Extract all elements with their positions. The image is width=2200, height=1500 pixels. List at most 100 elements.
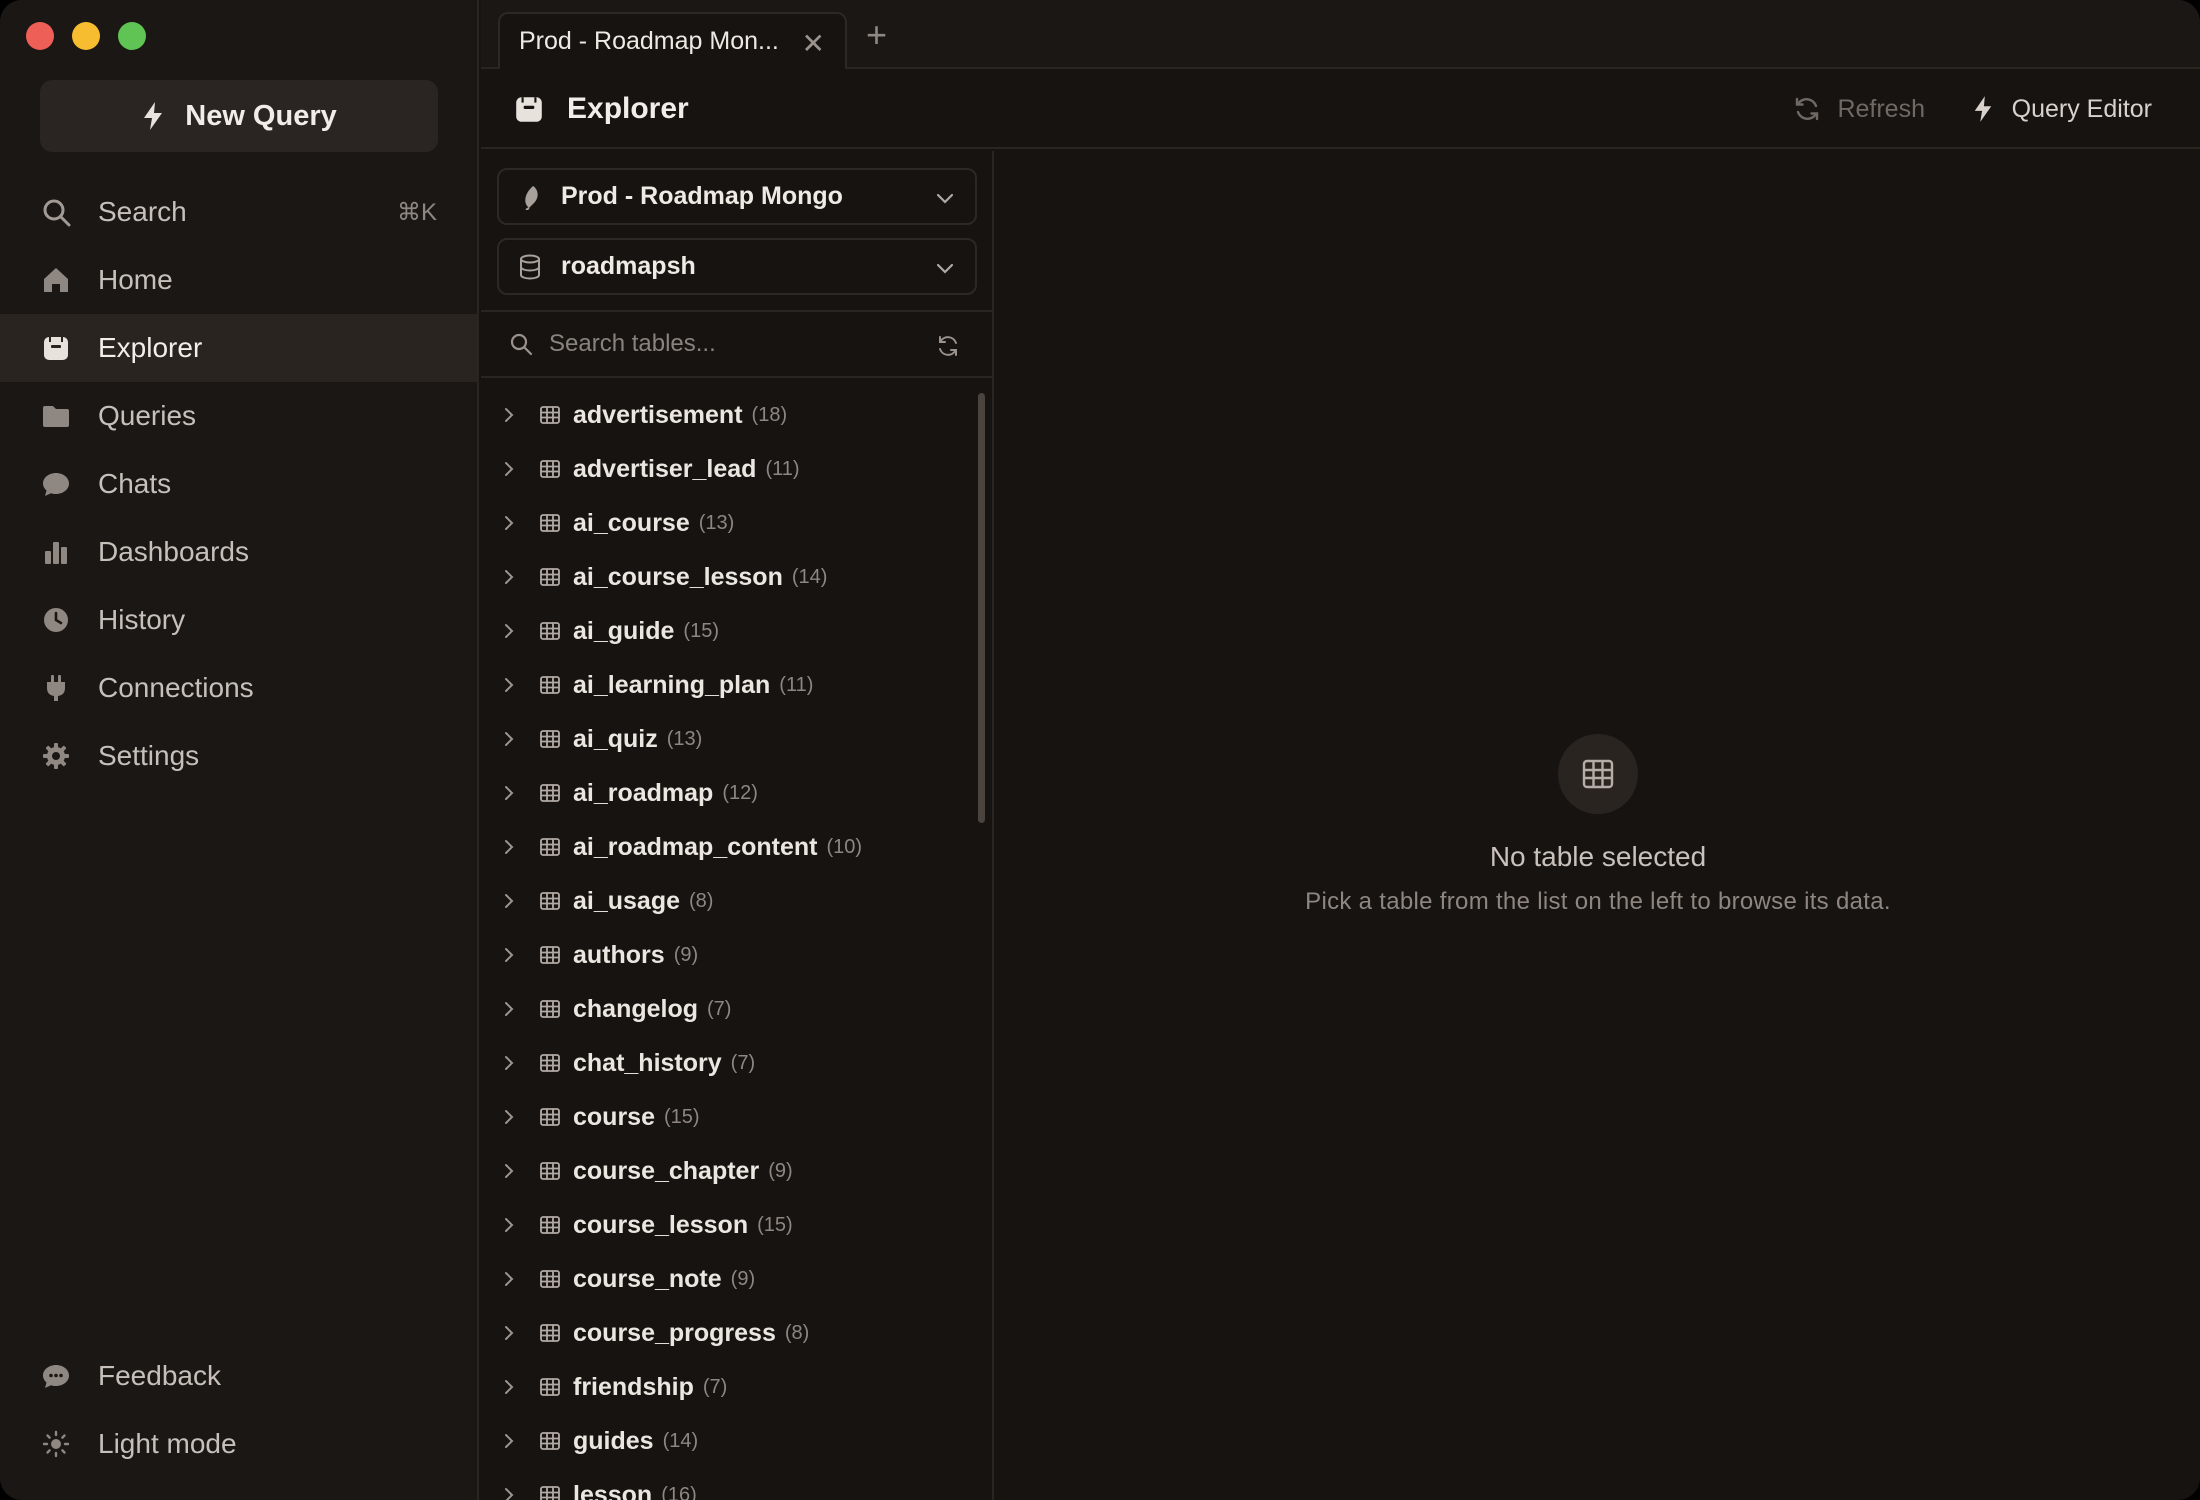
- table-row[interactable]: ai_roadmap_content (10): [481, 820, 971, 874]
- chevron-right-icon[interactable]: [501, 461, 517, 477]
- table-row[interactable]: friendship (7): [481, 1360, 971, 1414]
- table-icon: [540, 1054, 560, 1072]
- sidebar-item-search[interactable]: Search ⌘K: [0, 178, 477, 246]
- table-row[interactable]: course (15): [481, 1090, 971, 1144]
- sidebar-item-connections[interactable]: Connections: [0, 654, 477, 722]
- table-row[interactable]: course_lesson (15): [481, 1198, 971, 1252]
- sidebar-item-queries[interactable]: Queries: [0, 382, 477, 450]
- table-row[interactable]: advertiser_lead (11): [481, 442, 971, 496]
- sidebar-item-history[interactable]: History: [0, 586, 477, 654]
- table-icon: [540, 622, 560, 640]
- database-select[interactable]: roadmapsh: [497, 238, 977, 295]
- sidebar-item-dashboards[interactable]: Dashboards: [0, 518, 477, 586]
- query-editor-button[interactable]: Query Editor: [1972, 69, 2152, 149]
- table-field-count: (15): [683, 619, 719, 642]
- zoom-window-button[interactable]: [118, 22, 146, 50]
- table-row[interactable]: changelog (7): [481, 982, 971, 1036]
- chevron-right-icon[interactable]: [501, 515, 517, 531]
- plug-icon: [40, 672, 72, 704]
- table-name: ai_learning_plan: [573, 670, 771, 699]
- table-row[interactable]: chat_history (7): [481, 1036, 971, 1090]
- sidebar-item-label: Queries: [98, 400, 197, 431]
- light-mode-toggle[interactable]: Light mode: [0, 1410, 477, 1478]
- sidebar-item-label: Explorer: [98, 332, 203, 363]
- table-icon: [540, 1378, 560, 1396]
- table-row[interactable]: guides (14): [481, 1414, 971, 1468]
- close-tab-icon[interactable]: ✕: [802, 27, 825, 60]
- chevron-right-icon[interactable]: [501, 1379, 517, 1395]
- minimize-window-button[interactable]: [72, 22, 100, 50]
- table-row[interactable]: ai_course_lesson (14): [481, 550, 971, 604]
- table-row[interactable]: course_progress (8): [481, 1306, 971, 1360]
- sidebar-item-feedback[interactable]: Feedback: [0, 1342, 477, 1410]
- chevron-right-icon[interactable]: [501, 785, 517, 801]
- tab-prod-roadmap[interactable]: Prod - Roadmap Mon... ✕: [498, 12, 847, 69]
- sidebar-item-explorer[interactable]: Explorer: [0, 314, 477, 382]
- reload-tables-icon[interactable]: [936, 334, 960, 358]
- table-icon: [540, 1000, 560, 1018]
- table-field-count: (7): [707, 997, 732, 1020]
- chevron-right-icon[interactable]: [501, 1271, 517, 1287]
- table-search-input[interactable]: Search tables...: [481, 310, 992, 378]
- table-row[interactable]: ai_usage (8): [481, 874, 971, 928]
- table-list-scrollbar[interactable]: [978, 393, 985, 823]
- table-row[interactable]: lesson (16): [481, 1468, 971, 1500]
- table-field-count: (12): [722, 781, 758, 804]
- table-row[interactable]: authors (9): [481, 928, 971, 982]
- table-row[interactable]: ai_guide (15): [481, 604, 971, 658]
- sidebar-footer: Feedback Light mode: [0, 1342, 477, 1478]
- chevron-right-icon[interactable]: [501, 1001, 517, 1017]
- table-field-count: (9): [673, 943, 699, 966]
- table-field-count: (8): [689, 889, 714, 912]
- table-name: ai_quiz: [573, 724, 658, 753]
- table-row[interactable]: course_note (9): [481, 1252, 971, 1306]
- chevron-right-icon[interactable]: [501, 1055, 517, 1071]
- table-icon: [540, 1486, 560, 1500]
- chevron-right-icon[interactable]: [501, 623, 517, 639]
- table-name: friendship: [573, 1372, 694, 1401]
- table-icon: [1558, 734, 1638, 814]
- gear-icon: [40, 740, 72, 772]
- table-name: authors: [573, 940, 665, 969]
- sidebar-item-settings[interactable]: Settings: [0, 722, 477, 790]
- table-row[interactable]: ai_learning_plan (11): [481, 658, 971, 712]
- close-window-button[interactable]: [26, 22, 54, 50]
- folder-icon: [40, 400, 72, 432]
- chevron-right-icon[interactable]: [501, 677, 517, 693]
- table-row[interactable]: ai_quiz (13): [481, 712, 971, 766]
- tab-bar: Prod - Roadmap Mon... ✕ +: [481, 0, 2200, 69]
- new-query-button[interactable]: New Query: [40, 80, 438, 152]
- table-field-count: (13): [666, 727, 703, 750]
- table-row[interactable]: ai_course (13): [481, 496, 971, 550]
- table-name: ai_roadmap: [573, 778, 714, 807]
- table-row[interactable]: advertisement (18): [481, 388, 971, 442]
- table-name: lesson: [573, 1480, 653, 1500]
- chevron-right-icon[interactable]: [501, 1325, 517, 1341]
- chevron-right-icon[interactable]: [501, 407, 517, 423]
- chevron-right-icon[interactable]: [501, 1487, 517, 1500]
- chevron-right-icon[interactable]: [501, 839, 517, 855]
- table-row[interactable]: ai_roadmap (12): [481, 766, 971, 820]
- add-tab-button[interactable]: +: [866, 14, 887, 56]
- sidebar: New Query Search ⌘K Home Explorer Querie…: [0, 0, 479, 1500]
- chevron-right-icon[interactable]: [501, 1217, 517, 1233]
- table-field-count: (7): [702, 1375, 728, 1398]
- chevron-right-icon[interactable]: [501, 893, 517, 909]
- empty-state-subtitle: Pick a table from the list on the left t…: [1305, 888, 1891, 915]
- chevron-right-icon[interactable]: [501, 1109, 517, 1125]
- table-row[interactable]: course_chapter (9): [481, 1144, 971, 1198]
- sidebar-item-chats[interactable]: Chats: [0, 450, 477, 518]
- search-shortcut: ⌘K: [396, 198, 437, 226]
- chevron-right-icon[interactable]: [501, 731, 517, 747]
- table-name: advertisement: [573, 400, 743, 429]
- sidebar-item-label: Connections: [98, 672, 254, 703]
- connection-select[interactable]: Prod - Roadmap Mongo: [497, 168, 977, 225]
- sidebar-item-home[interactable]: Home: [0, 246, 477, 314]
- sidebar-item-label: Light mode: [98, 1428, 237, 1459]
- chevron-right-icon[interactable]: [501, 569, 517, 585]
- search-icon: [40, 196, 72, 228]
- chevron-right-icon[interactable]: [501, 1433, 517, 1449]
- refresh-button[interactable]: Refresh: [1793, 69, 1925, 149]
- chevron-right-icon[interactable]: [501, 947, 517, 963]
- chevron-right-icon[interactable]: [501, 1163, 517, 1179]
